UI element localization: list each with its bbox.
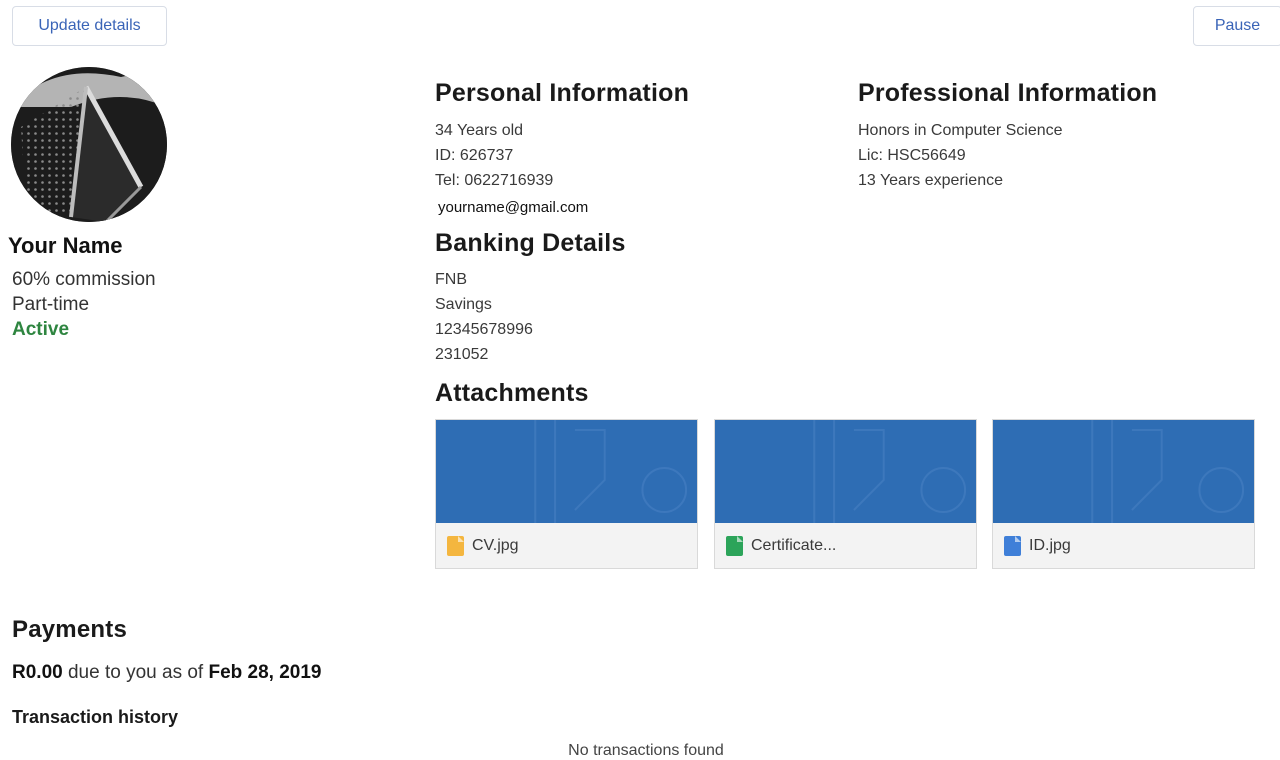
banking-details-heading: Banking Details [435, 229, 626, 257]
attachment-thumbnail [715, 420, 976, 523]
attachment-caption: CV.jpg [436, 523, 697, 569]
attachment-card[interactable]: ID.jpg [992, 419, 1255, 569]
status-badge: Active [12, 319, 70, 340]
empty-transactions-message: No transactions found [568, 742, 724, 759]
personal-information-details: 34 Years old ID: 626737 Tel: 0622716939 [435, 118, 553, 193]
due-date: Feb 28, 2019 [208, 662, 322, 683]
bank-name-text: FNB [435, 271, 467, 288]
attachment-card[interactable]: CV.jpg [435, 419, 698, 569]
license-text: Lic: HSC56649 [858, 147, 966, 164]
attachments-heading: Attachments [435, 379, 589, 407]
attachment-thumbnail [436, 420, 697, 523]
branch-code-text: 231052 [435, 346, 489, 363]
image-placeholder-icon [1091, 420, 1245, 523]
image-file-icon [1004, 536, 1021, 556]
document-icon [447, 536, 464, 556]
spreadsheet-icon [726, 536, 743, 556]
image-placeholder-icon [534, 420, 688, 523]
due-amount: R0.00 [12, 662, 63, 683]
qualification-text: Honors in Computer Science [858, 122, 1063, 139]
avatar [11, 67, 167, 222]
experience-text: 13 Years experience [858, 172, 1003, 189]
attachment-caption: ID.jpg [993, 523, 1254, 569]
transaction-history-heading: Transaction history [12, 707, 179, 727]
payments-heading: Payments [12, 616, 127, 643]
account-number-text: 12345678996 [435, 321, 533, 338]
profile-name: Your Name [8, 233, 123, 258]
attachment-card[interactable]: Certificate... [714, 419, 977, 569]
professional-information-heading: Professional Information [858, 79, 1158, 107]
avatar-photo-icon [11, 67, 167, 222]
attachment-filename: Certificate... [751, 537, 837, 554]
id-number-text: ID: 626737 [435, 147, 514, 164]
email-text: yourname@gmail.com [438, 199, 589, 216]
banking-details: FNB Savings 12345678996 231052 [435, 267, 533, 367]
attachment-filename: ID.jpg [1029, 537, 1071, 554]
image-placeholder-icon [813, 420, 967, 523]
pause-button[interactable]: Pause [1193, 6, 1280, 46]
employment-type: Part-time [12, 294, 90, 315]
update-details-button[interactable]: Update details [12, 6, 167, 46]
age-text: 34 Years old [435, 122, 524, 139]
profile-details: 60% commission Part-time Active [12, 267, 156, 342]
attachment-filename: CV.jpg [472, 537, 519, 554]
account-type-text: Savings [435, 296, 492, 313]
personal-information-heading: Personal Information [435, 79, 690, 107]
professional-information-details: Honors in Computer Science Lic: HSC56649… [858, 118, 1063, 193]
telephone-text: Tel: 0622716939 [435, 172, 554, 189]
attachment-caption: Certificate... [715, 523, 976, 569]
commission-text: 60% commission [12, 269, 156, 290]
payment-due-summary: R0.00 due to you as of Feb 28, 2019 [12, 662, 322, 684]
due-text: due to you as of [62, 662, 209, 683]
attachment-thumbnail [993, 420, 1254, 523]
